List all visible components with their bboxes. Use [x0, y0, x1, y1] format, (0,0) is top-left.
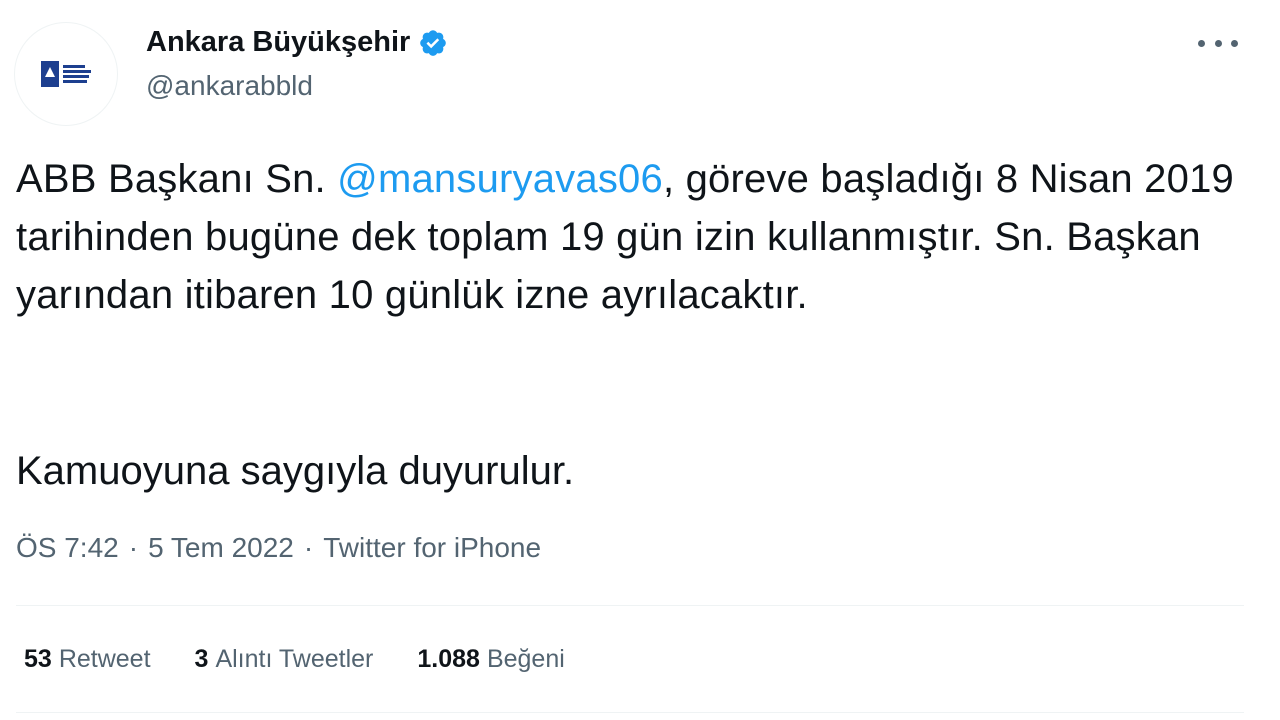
tweet-date[interactable]: 5 Tem 2022 [148, 532, 294, 564]
divider [16, 605, 1244, 606]
likes-count: 1.088 [417, 645, 480, 673]
tweet-meta: ÖS 7:42 · 5 Tem 2022 · Twitter for iPhon… [16, 532, 541, 564]
meta-separator: · [128, 532, 139, 563]
retweets-stat[interactable]: 53 Retweet [24, 645, 151, 674]
tweet-closing-line: Kamuoyuna saygıyla duyurulur. [16, 449, 575, 493]
author-name-row[interactable]: Ankara Büyükşehir [146, 26, 448, 59]
tweet-card: Ankara Büyükşehir @ankarabbld ABB Başkan… [0, 0, 1280, 720]
quotes-count: 3 [194, 645, 209, 673]
divider [16, 712, 1244, 713]
tweet-text-start: ABB Başkanı Sn. [16, 157, 338, 201]
author-display-name[interactable]: Ankara Büyükşehir [146, 26, 410, 59]
retweets-label: Retweet [58, 645, 151, 673]
quotes-stat[interactable]: 3 Alıntı Tweetler [195, 645, 374, 674]
verified-badge-icon [420, 29, 447, 56]
likes-stat[interactable]: 1.088 Beğeni [417, 645, 564, 674]
author-handle[interactable]: @ankarabbld [146, 70, 313, 102]
tweet-stats: 53 Retweet 3 Alıntı Tweetler 1.088 Beğen… [24, 645, 565, 674]
tweet-body: ABB Başkanı Sn. @mansuryavas06, göreve b… [16, 150, 1256, 324]
retweets-count: 53 [24, 645, 52, 673]
likes-label: Beğeni [486, 645, 565, 673]
mention-link[interactable]: @mansuryavas06 [337, 157, 663, 201]
tweet-time[interactable]: ÖS 7:42 [16, 532, 119, 564]
logo-wordmark [63, 65, 91, 83]
ankara-logo-icon [41, 61, 59, 87]
more-options-icon[interactable] [1198, 30, 1238, 56]
avatar[interactable] [14, 22, 118, 126]
quotes-label: Alıntı Tweetler [215, 645, 374, 673]
tweet-source[interactable]: Twitter for iPhone [323, 532, 541, 564]
meta-separator: · [303, 532, 314, 563]
